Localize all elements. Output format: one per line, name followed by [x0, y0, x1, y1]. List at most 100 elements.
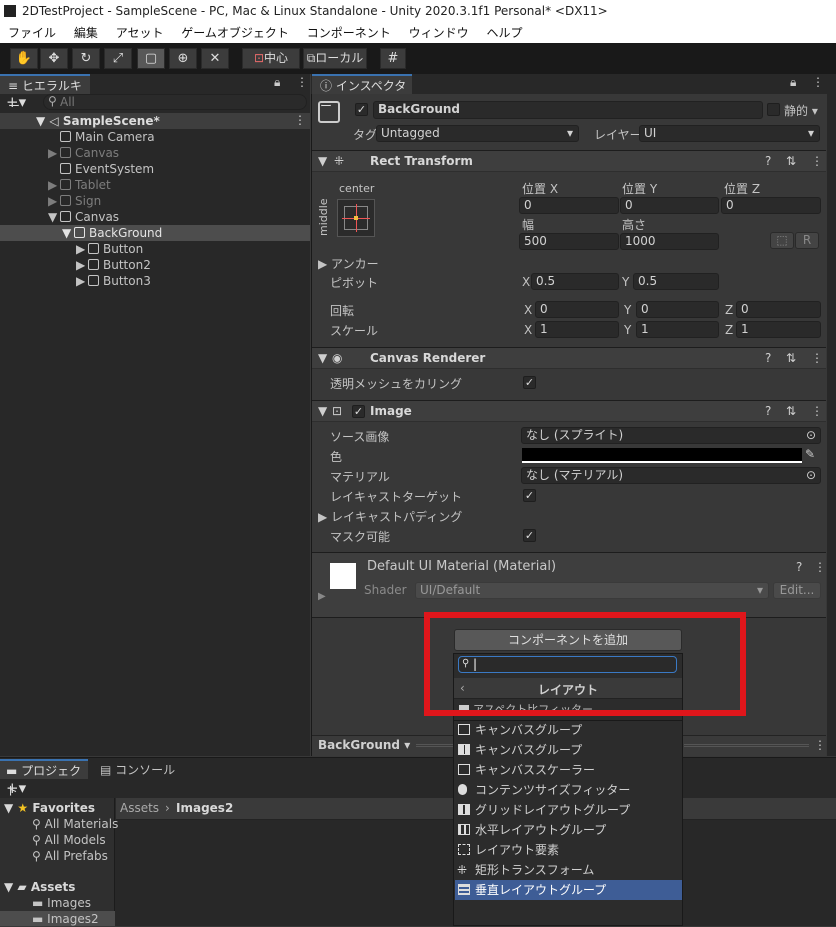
foldout-arrow-icon[interactable]: ▼	[318, 404, 327, 418]
image-enabled-checkbox[interactable]: ✓	[352, 405, 365, 418]
pos-x-field[interactable]: 0	[519, 197, 619, 214]
object-picker-icon[interactable]: ⊙	[806, 468, 816, 483]
dropdown-item-content-size-fitter[interactable]: コンテンツサイズフィッター	[455, 780, 682, 800]
custom-tool-icon[interactable]: ✕	[201, 48, 229, 69]
fold-arrow[interactable]: ▶	[48, 145, 60, 161]
fold-arrow[interactable]: ▶	[76, 273, 88, 289]
preview-drag-handle-right[interactable]	[684, 744, 809, 747]
tag-dropdown[interactable]: Untagged ▾	[376, 125, 579, 142]
foldout-arrow-icon[interactable]: ▶	[318, 591, 326, 602]
fold-arrow[interactable]: ▼	[62, 225, 74, 241]
source-image-field[interactable]: なし (スプライト) ⊙	[521, 427, 821, 444]
create-asset-icon[interactable]: +▾	[6, 779, 26, 797]
fold-arrow[interactable]: ▶	[76, 241, 88, 257]
menu-window[interactable]: ウィンドウ	[409, 23, 469, 43]
preview-object-dropdown[interactable]: BackGround ▾	[318, 738, 410, 752]
tab-console[interactable]: ▤ コンソール	[100, 761, 175, 778]
rot-z-field[interactable]: 0	[736, 301, 821, 318]
transform-tool-icon[interactable]: ⊕	[169, 48, 197, 69]
canvas-renderer-header[interactable]: ▼ ◉ Canvas Renderer ? ⇅ ⋮	[312, 347, 826, 369]
hier-item-eventsystem[interactable]: EventSystem	[48, 161, 154, 177]
rot-y-field[interactable]: 0	[636, 301, 719, 318]
presets-icon[interactable]: ⇅	[786, 154, 796, 168]
hier-item-tablet[interactable]: ▶ Tablet	[48, 177, 111, 193]
presets-icon[interactable]: ⇅	[786, 404, 796, 418]
context-menu-icon[interactable]: ⋮	[811, 404, 823, 418]
tab-inspector[interactable]: ⓘ インスペクター	[312, 74, 412, 113]
menu-gameobject[interactable]: ゲームオブジェクト	[181, 23, 289, 43]
hier-item-button[interactable]: ▶ Button	[76, 241, 143, 257]
help-icon[interactable]: ?	[765, 404, 771, 418]
active-checkbox[interactable]: ✓	[355, 103, 368, 116]
pos-y-field[interactable]: 0	[620, 197, 719, 214]
assets-folder[interactable]: ▼ ▰ Assets	[4, 879, 75, 895]
dropdown-item-grid-layout-group[interactable]: グリッドレイアウトグループ	[455, 800, 682, 820]
menu-assets[interactable]: アセット	[116, 23, 164, 43]
anchors-foldout[interactable]: ▶ アンカー	[318, 255, 379, 272]
presets-icon[interactable]: ⇅	[786, 351, 796, 365]
object-name-field[interactable]: BackGround	[373, 101, 763, 119]
breadcrumb-current[interactable]: Images2	[176, 801, 233, 815]
fav-item-all-models[interactable]: ⚲ All Models	[32, 832, 106, 848]
rect-tool-icon[interactable]: ▢	[137, 48, 165, 69]
favorites-item[interactable]: ▼ ★ Favorites	[4, 800, 95, 816]
fold-arrow[interactable]: ▶	[48, 177, 60, 193]
scale-x-field[interactable]: 1	[535, 321, 619, 338]
fold-arrow[interactable]: ▶	[48, 193, 60, 209]
folder-images[interactable]: ▬ Images	[32, 895, 91, 911]
hier-item-canvas-inactive[interactable]: ▶ Canvas	[48, 145, 119, 161]
rect-transform-header[interactable]: ▼ ⁜ Rect Transform ? ⇅ ⋮	[312, 150, 826, 172]
dropdown-item-vertical-layout-group[interactable]: 垂直レイアウトグループ	[455, 880, 682, 900]
pivot-x-field[interactable]: 0.5	[531, 273, 619, 290]
hier-item-background[interactable]: ▼ BackGround	[62, 225, 162, 241]
context-menu-icon[interactable]: ⋮	[811, 351, 823, 365]
folder-images2[interactable]: ▬ Images2	[32, 911, 99, 927]
lock-icon[interactable]: 🔒︎	[274, 75, 280, 90]
eyedropper-icon[interactable]: ✎	[805, 447, 815, 461]
layer-dropdown[interactable]: UI ▾	[639, 125, 820, 142]
more-options-icon[interactable]: ⋮	[296, 75, 308, 89]
raw-edit-button[interactable]: R	[795, 232, 819, 249]
context-menu-icon[interactable]: ⋮	[811, 154, 823, 168]
cull-transparent-checkbox[interactable]: ✓	[523, 376, 536, 389]
fold-arrow[interactable]: ▼	[48, 209, 60, 225]
scale-tool-icon[interactable]: ⤢	[104, 48, 132, 69]
object-picker-icon[interactable]: ⊙	[806, 428, 816, 443]
move-tool-icon[interactable]: ✥	[40, 48, 68, 69]
tab-project[interactable]: ▬ プロジェクト	[0, 759, 88, 798]
static-checkbox[interactable]	[767, 103, 780, 116]
static-label[interactable]: 静的 ▾	[784, 102, 818, 119]
space-toggle-button[interactable]: ⧉ローカル	[303, 48, 367, 69]
hier-item-canvas[interactable]: ▼ Canvas	[48, 209, 119, 225]
rot-x-field[interactable]: 0	[535, 301, 619, 318]
breadcrumb-assets[interactable]: Assets	[120, 801, 159, 815]
dropdown-item-canvas-scaler[interactable]: キャンバススケーラー	[455, 760, 682, 780]
hierarchy-search-input[interactable]: ⚲ All	[43, 94, 307, 110]
hier-item-button2[interactable]: ▶ Button2	[76, 257, 151, 273]
menu-component[interactable]: コンポーネント	[307, 23, 391, 43]
fav-item-all-materials[interactable]: ⚲ All Materials	[32, 816, 118, 832]
scale-y-field[interactable]: 1	[636, 321, 719, 338]
dropdown-item-layout-element[interactable]: レイアウト要素	[455, 840, 682, 860]
menu-help[interactable]: ヘルプ	[486, 23, 522, 43]
scene-label[interactable]: ▼ ◁ SampleScene*	[36, 113, 160, 129]
foldout-arrow-icon[interactable]: ▼	[318, 154, 327, 168]
help-icon[interactable]: ?	[796, 560, 802, 574]
dropdown-item-rect-transform[interactable]: ⁜ 矩形トランスフォーム	[455, 860, 682, 880]
foldout-arrow-icon[interactable]: ▼	[318, 351, 327, 365]
hand-tool-icon[interactable]: ✋	[10, 48, 38, 69]
menu-file[interactable]: ファイル	[8, 23, 56, 43]
preview-menu-icon[interactable]: ⋮	[814, 738, 826, 752]
width-field[interactable]: 500	[519, 233, 619, 250]
grid-snap-icon[interactable]: #	[380, 48, 406, 69]
preview-drag-handle[interactable]	[416, 744, 454, 747]
context-menu-icon[interactable]: ⋮	[814, 560, 826, 574]
tab-hierarchy[interactable]: ≡ ヒエラルキー	[0, 74, 90, 113]
help-icon[interactable]: ?	[765, 351, 771, 365]
add-icon[interactable]: +▾	[6, 93, 26, 111]
image-component-header[interactable]: ▼ ⊡ ✓ Image ? ⇅ ⋮	[312, 400, 826, 422]
hier-item-main-camera[interactable]: Main Camera	[48, 129, 155, 145]
hier-item-sign[interactable]: ▶ Sign	[48, 193, 101, 209]
dropdown-item-canvas-group-2[interactable]: キャンバスグループ	[455, 740, 682, 760]
inspector-lock-icon[interactable]: 🔒︎	[790, 75, 796, 90]
